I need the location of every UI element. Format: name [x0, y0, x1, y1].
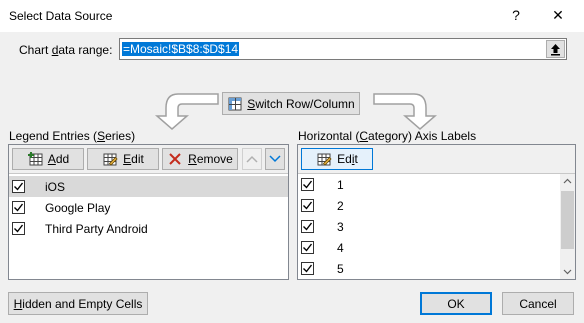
axis-label-2: 2	[337, 198, 344, 213]
edit-axis-labels-label: Edit	[337, 152, 358, 166]
scrollbar-thumb[interactable]	[561, 191, 574, 249]
axis-label-3: 3	[337, 219, 344, 234]
legend-checkbox-ios[interactable]	[12, 180, 25, 193]
switch-row-column-icon	[228, 97, 242, 110]
legend-entries-heading: Legend Entries (Series)	[9, 129, 136, 143]
axis-scrollbar[interactable]	[560, 174, 575, 279]
scroll-up-arrow-icon[interactable]	[560, 174, 575, 189]
window-title: Select Data Source	[9, 9, 113, 23]
help-button[interactable]: ?	[508, 7, 524, 23]
axis-label-5: 5	[337, 261, 344, 276]
legend-toolbar: Add Edit Remove	[9, 145, 288, 174]
ok-label: OK	[447, 296, 465, 311]
axis-checkbox-1[interactable]	[301, 178, 314, 191]
edit-table-icon	[317, 153, 332, 166]
axis-labels-panel: Edit 1 2 3 4 5	[297, 144, 576, 280]
legend-checkbox-google-play[interactable]	[12, 201, 25, 214]
legend-label-third-party-android: Third Party Android	[45, 221, 148, 236]
edit-series-label: Edit	[123, 152, 144, 166]
legend-checkbox-third-party-android[interactable]	[12, 222, 25, 235]
axis-row-4[interactable]: 4	[298, 237, 560, 258]
axis-label-1: 1	[337, 177, 344, 192]
chart-data-range-label: Chart data range:	[19, 43, 113, 57]
switch-row-column-button[interactable]: Switch Row/Column	[222, 92, 360, 115]
collapse-dialog-button[interactable]	[546, 40, 565, 58]
legend-row-ios[interactable]: iOS	[9, 176, 288, 197]
cancel-button[interactable]: Cancel	[502, 292, 574, 315]
chart-data-range-input[interactable]: =Mosaic!$B$8:$D$14	[119, 38, 567, 60]
chevron-up-icon	[246, 155, 258, 163]
move-down-button[interactable]	[265, 148, 285, 170]
remove-series-label: Remove	[188, 152, 233, 166]
switch-row-column-label: Switch Row/Column	[247, 96, 355, 111]
axis-toolbar: Edit	[298, 145, 575, 174]
axis-checkbox-2[interactable]	[301, 199, 314, 212]
legend-entries-panel: Add Edit Remove iOS Google Play Third Pa…	[8, 144, 289, 280]
ok-button[interactable]: OK	[420, 292, 492, 315]
axis-checkbox-4[interactable]	[301, 241, 314, 254]
remove-x-icon	[169, 153, 181, 165]
axis-row-2[interactable]: 2	[298, 195, 560, 216]
legend-list: iOS Google Play Third Party Android	[9, 176, 288, 279]
close-button[interactable]: ✕	[549, 7, 567, 24]
title-bar: Select Data Source ? ✕	[0, 0, 584, 32]
chevron-down-icon	[269, 155, 281, 163]
axis-row-1[interactable]: 1	[298, 174, 560, 195]
right-curved-arrow-icon	[373, 93, 438, 130]
remove-series-button[interactable]: Remove	[162, 148, 238, 170]
axis-checkbox-5[interactable]	[301, 262, 314, 275]
cancel-label: Cancel	[519, 296, 557, 311]
axis-labels-heading: Horizontal (Category) Axis Labels	[298, 129, 477, 143]
axis-list: 1 2 3 4 5	[298, 174, 560, 279]
axis-row-3[interactable]: 3	[298, 216, 560, 237]
axis-row-5[interactable]: 5	[298, 258, 560, 279]
axis-checkbox-3[interactable]	[301, 220, 314, 233]
collapse-up-icon	[551, 44, 560, 56]
add-table-icon	[27, 152, 43, 166]
legend-row-google-play[interactable]: Google Play	[9, 197, 288, 218]
hidden-empty-cells-label: Hidden and Empty Cells	[13, 296, 143, 311]
legend-label-ios: iOS	[45, 179, 66, 194]
add-series-label: Add	[47, 152, 70, 166]
add-series-button[interactable]: Add	[12, 148, 84, 170]
edit-table-icon	[103, 153, 118, 166]
move-up-button[interactable]	[242, 148, 262, 170]
edit-axis-labels-button[interactable]: Edit	[301, 148, 373, 170]
hidden-empty-cells-button[interactable]: Hidden and Empty Cells	[8, 292, 148, 315]
edit-series-button[interactable]: Edit	[87, 148, 159, 170]
axis-label-4: 4	[337, 240, 344, 255]
range-value: =Mosaic!$B$8:$D$14	[122, 42, 240, 56]
left-curved-arrow-icon	[154, 93, 219, 130]
scroll-down-arrow-icon[interactable]	[560, 264, 575, 279]
legend-label-google-play: Google Play	[45, 200, 111, 215]
legend-row-third-party-android[interactable]: Third Party Android	[9, 218, 288, 239]
